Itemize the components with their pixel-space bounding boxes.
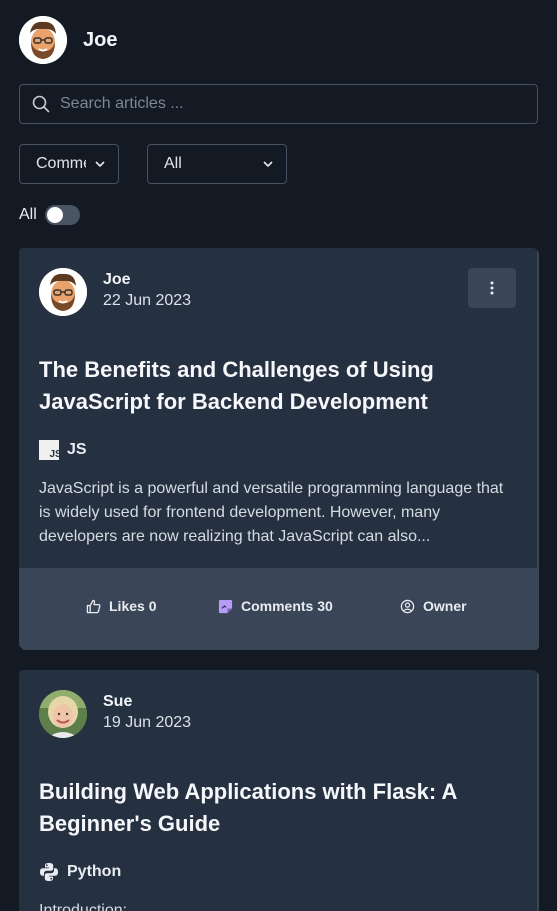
sort-select-value: Comments [36,155,86,172]
author-avatar[interactable] [39,268,87,316]
author-avatar[interactable] [39,690,87,738]
svg-text:JS: JS [50,449,60,460]
article-title[interactable]: Building Web Applications with Flask: A … [39,776,509,840]
article-excerpt: JavaScript is a powerful and versatile p… [39,480,504,545]
article-tag[interactable]: JS JS [39,440,87,460]
owner-label: Owner [423,598,467,614]
chevron-down-icon [263,161,273,168]
likes-count: Likes 0 [109,598,157,614]
owner-button[interactable]: Owner [400,598,467,614]
article-tag[interactable]: Python [39,862,121,882]
toggle-label: All [19,206,37,223]
toggle-knob [46,207,63,223]
sort-select[interactable]: Comments [19,144,119,184]
all-toggle-switch[interactable] [44,205,80,225]
article-date: 22 Jun 2023 [103,292,192,309]
search-input[interactable] [60,95,500,113]
article-date: 19 Jun 2023 [103,714,192,731]
comments-button[interactable]: Comments 30 [218,598,333,614]
likes-button[interactable]: Likes 0 [86,598,156,614]
user-name: Joe [83,28,118,51]
article-card[interactable]: Joe 22 Jun 2023 The Benefits and Challen… [19,248,537,648]
author-name[interactable]: Sue [103,692,191,712]
article-excerpt: Introduction: [39,902,128,911]
comment-icon [218,599,233,613]
chevron-down-icon [95,161,105,168]
category-select[interactable]: All [147,144,287,184]
bearded-man-avatar-icon [39,268,87,316]
article-card[interactable]: Sue 19 Jun 2023 Building Web Application… [19,670,537,911]
article-author: Joe 22 Jun 2023 [39,268,191,316]
thumbs-up-icon [86,599,101,613]
search-box[interactable] [19,84,538,124]
all-toggle-row: All [19,205,80,225]
article-title[interactable]: The Benefits and Challenges of Using Jav… [39,354,509,418]
tag-label: Python [67,863,122,880]
article-author: Sue 19 Jun 2023 [39,690,191,738]
search-icon [32,95,50,113]
category-select-value: All [164,155,182,172]
woman-photo-avatar-icon [39,690,87,738]
javascript-icon: JS [39,440,59,460]
comments-count: Comments 30 [241,598,333,614]
card-actions: Likes 0 Comments 30 Owner [19,568,537,648]
app-header: Joe [19,16,117,64]
user-circle-icon [400,599,415,613]
python-icon [40,863,58,881]
vertical-ellipsis-icon [490,281,494,295]
tag-label: JS [67,441,87,458]
more-options-button[interactable] [468,268,516,308]
bearded-man-avatar-icon [19,16,67,64]
author-name[interactable]: Joe [103,270,191,290]
avatar[interactable] [19,16,67,64]
